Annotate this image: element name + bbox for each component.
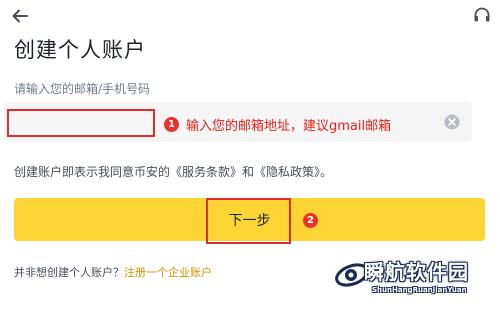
- enterprise-signup-link[interactable]: 注册一个企业账户: [124, 266, 212, 279]
- agreement-prefix: 创建账户即表示我同意币安的: [14, 165, 171, 179]
- step-2-badge: 2: [303, 213, 318, 228]
- privacy-link[interactable]: 《隐私政策》: [254, 165, 320, 179]
- step-1-annotation: 输入您的邮箱地址，建议gmail邮箱: [186, 119, 392, 134]
- headset-icon[interactable]: [472, 6, 492, 26]
- agreement-suffix: 。: [320, 165, 333, 179]
- arrow-left-icon[interactable]: [10, 6, 30, 26]
- watermark-subtitle: ShunHangRuanJianYuan: [372, 286, 467, 294]
- watermark-title: 瞬航软件园: [364, 260, 469, 284]
- terms-link[interactable]: 《服务条款》: [170, 165, 242, 179]
- agreement-and: 和: [242, 165, 255, 179]
- watermark: 瞬航软件园 ShunHangRuanJianYuan: [334, 254, 484, 304]
- enterprise-question: 并非想创建个人账户？: [14, 266, 124, 279]
- agreement-text: 创建账户即表示我同意币安的《服务条款》和《隐私政策》。: [14, 163, 332, 180]
- button-highlight-box: [206, 198, 291, 244]
- clear-icon[interactable]: [444, 114, 460, 130]
- page-title: 创建个人账户: [14, 38, 146, 62]
- email-field-label: 请输入您的邮箱/手机号码: [14, 82, 151, 96]
- input-highlight-box: [7, 109, 155, 137]
- step-1-badge: 1: [164, 117, 179, 132]
- enterprise-prompt: 并非想创建个人账户？注册一个企业账户: [14, 264, 212, 280]
